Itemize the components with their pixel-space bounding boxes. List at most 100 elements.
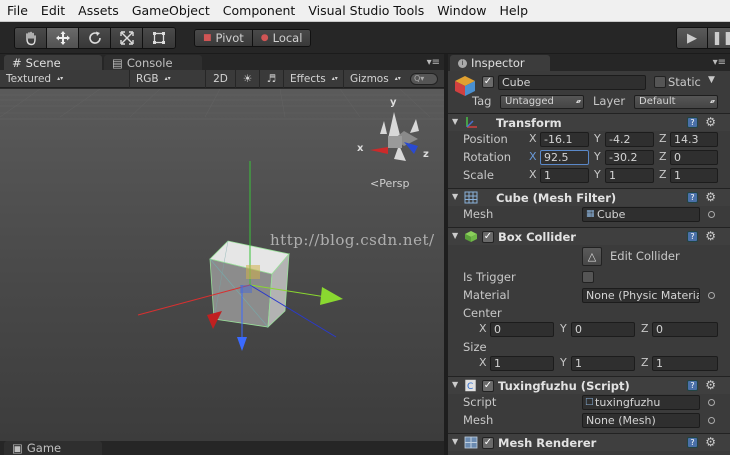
layer-dropdown[interactable]: Default: [634, 95, 718, 109]
shading-mode-dropdown[interactable]: Textured: [0, 69, 130, 88]
rotation-x-field[interactable]: 92.5: [540, 150, 589, 165]
scale-z-axis-label[interactable]: Z: [659, 168, 667, 181]
menu-visual-studio-tools[interactable]: Visual Studio Tools: [301, 3, 430, 18]
mesh-filter-header[interactable]: ▼ Cube (Mesh Filter) ? ⚙: [448, 188, 730, 206]
gameobject-active-checkbox[interactable]: ✓: [482, 76, 494, 88]
menu-edit[interactable]: Edit: [34, 3, 71, 18]
center-y-field[interactable]: 0: [571, 322, 635, 337]
scene-search-input[interactable]: Q▾: [410, 72, 438, 85]
object-picker-icon[interactable]: [708, 211, 715, 218]
mesh-renderer-enabled-checkbox[interactable]: ✓: [482, 437, 494, 449]
rotate-tool-button[interactable]: [79, 28, 111, 48]
foldout-arrow-icon[interactable]: ▼: [452, 117, 458, 126]
tag-dropdown[interactable]: Untagged: [500, 95, 584, 109]
position-y-axis-label[interactable]: Y: [594, 132, 601, 145]
rotation-z-axis-label[interactable]: Z: [659, 150, 667, 163]
gear-icon[interactable]: ⚙: [705, 115, 716, 129]
foldout-arrow-icon[interactable]: ▼: [452, 437, 458, 446]
foldout-arrow-icon[interactable]: ▼: [452, 380, 458, 389]
tab-console[interactable]: ▤ Console: [104, 55, 202, 70]
menu-gameobject[interactable]: GameObject: [125, 3, 216, 18]
gizmos-dropdown[interactable]: Gizmos: [344, 70, 404, 88]
rotation-y-axis-label[interactable]: Y: [594, 150, 601, 163]
transform-header[interactable]: ▼ Transform ? ⚙: [448, 113, 730, 131]
foldout-arrow-icon[interactable]: ▼: [452, 192, 458, 201]
lighting-toggle[interactable]: ☀: [236, 69, 260, 88]
center-z-axis-label[interactable]: Z: [641, 322, 649, 335]
size-y-axis-label[interactable]: Y: [560, 356, 567, 369]
menu-help[interactable]: Help: [493, 3, 535, 18]
object-picker-icon[interactable]: [708, 399, 715, 406]
static-checkbox[interactable]: [654, 76, 666, 88]
box-collider-header[interactable]: ▼ ✓ Box Collider ? ⚙: [448, 227, 730, 245]
panel-menu-icon[interactable]: ▾≡: [427, 57, 440, 68]
scale-x-field[interactable]: 1: [540, 168, 589, 183]
gear-icon[interactable]: ⚙: [705, 435, 716, 449]
material-object-field[interactable]: None (Physic Material): [582, 288, 700, 303]
center-x-field[interactable]: 0: [490, 322, 554, 337]
pause-button[interactable]: ❚❚: [707, 28, 730, 48]
help-icon[interactable]: ?: [687, 380, 698, 391]
size-x-axis-label[interactable]: X: [479, 356, 487, 369]
help-icon[interactable]: ?: [687, 437, 698, 448]
position-x-axis-label[interactable]: X: [529, 132, 537, 145]
box-collider-enabled-checkbox[interactable]: ✓: [482, 231, 494, 243]
2d-toggle[interactable]: 2D: [206, 69, 236, 88]
rotation-z-field[interactable]: 0: [670, 150, 718, 165]
script-enabled-checkbox[interactable]: ✓: [482, 380, 494, 392]
edit-collider-button[interactable]: △: [582, 247, 602, 266]
help-icon[interactable]: ?: [687, 192, 698, 203]
gear-icon[interactable]: ⚙: [705, 378, 716, 392]
center-y-axis-label[interactable]: Y: [560, 322, 567, 335]
position-y-field[interactable]: -4.2: [605, 132, 654, 147]
foldout-arrow-icon[interactable]: ▼: [452, 231, 458, 240]
move-tool-button[interactable]: [47, 28, 79, 48]
position-x-field[interactable]: -16.1: [540, 132, 589, 147]
center-x-axis-label[interactable]: X: [479, 322, 487, 335]
local-button[interactable]: ● Local: [251, 30, 311, 46]
rotation-y-field[interactable]: -30.2: [605, 150, 654, 165]
menu-component[interactable]: Component: [216, 3, 302, 18]
play-button[interactable]: ▶: [677, 28, 707, 48]
gameobject-name-input[interactable]: Cube: [498, 75, 646, 90]
size-y-field[interactable]: 1: [571, 356, 635, 371]
hand-tool-button[interactable]: [15, 28, 47, 48]
size-z-axis-label[interactable]: Z: [641, 356, 649, 369]
size-z-field[interactable]: 1: [652, 356, 718, 371]
tab-inspector[interactable]: i Inspector: [450, 55, 550, 71]
help-icon[interactable]: ?: [687, 231, 698, 242]
scale-x-axis-label[interactable]: X: [529, 168, 537, 181]
rect-tool-button[interactable]: [143, 28, 175, 48]
object-picker-icon[interactable]: [708, 292, 715, 299]
script-mesh-field[interactable]: None (Mesh): [582, 413, 700, 428]
mesh-object-field[interactable]: ▦ Cube: [582, 207, 700, 222]
pivot-button[interactable]: ■ Pivot: [195, 30, 252, 46]
gear-icon[interactable]: ⚙: [705, 190, 716, 204]
mesh-renderer-header[interactable]: ▼ ✓ Mesh Renderer ? ⚙: [448, 433, 730, 451]
render-mode-dropdown[interactable]: RGB: [130, 69, 206, 88]
scale-z-field[interactable]: 1: [670, 168, 718, 183]
scale-tool-button[interactable]: [111, 28, 143, 48]
scale-y-axis-label[interactable]: Y: [594, 168, 601, 181]
projection-toggle[interactable]: <Persp: [370, 177, 409, 190]
script-object-field[interactable]: □ tuxingfuzhu: [582, 395, 700, 410]
effects-dropdown[interactable]: Effects: [284, 69, 344, 88]
gear-icon[interactable]: ⚙: [705, 229, 716, 243]
tab-scene[interactable]: # Scene: [4, 55, 102, 70]
center-z-field[interactable]: 0: [652, 322, 718, 337]
rotation-x-axis-label[interactable]: X: [529, 150, 537, 163]
object-picker-icon[interactable]: [708, 417, 715, 424]
menu-window[interactable]: Window: [430, 3, 492, 18]
menu-assets[interactable]: Assets: [71, 3, 125, 18]
audio-toggle[interactable]: ♬: [260, 69, 284, 88]
help-icon[interactable]: ?: [687, 117, 698, 128]
inspector-menu-icon[interactable]: ▾≡: [713, 57, 726, 68]
tab-game[interactable]: ▣ Game: [4, 441, 102, 455]
size-x-field[interactable]: 1: [490, 356, 554, 371]
scale-y-field[interactable]: 1: [605, 168, 654, 183]
scene-viewport[interactable]: y x z <Persp: [0, 89, 444, 441]
menu-file[interactable]: File: [0, 3, 34, 18]
static-dropdown-arrow[interactable]: ▼: [708, 75, 715, 85]
script-component-header[interactable]: ▼ C ✓ Tuxingfuzhu (Script) ? ⚙: [448, 376, 730, 394]
is-trigger-checkbox[interactable]: [582, 271, 594, 283]
